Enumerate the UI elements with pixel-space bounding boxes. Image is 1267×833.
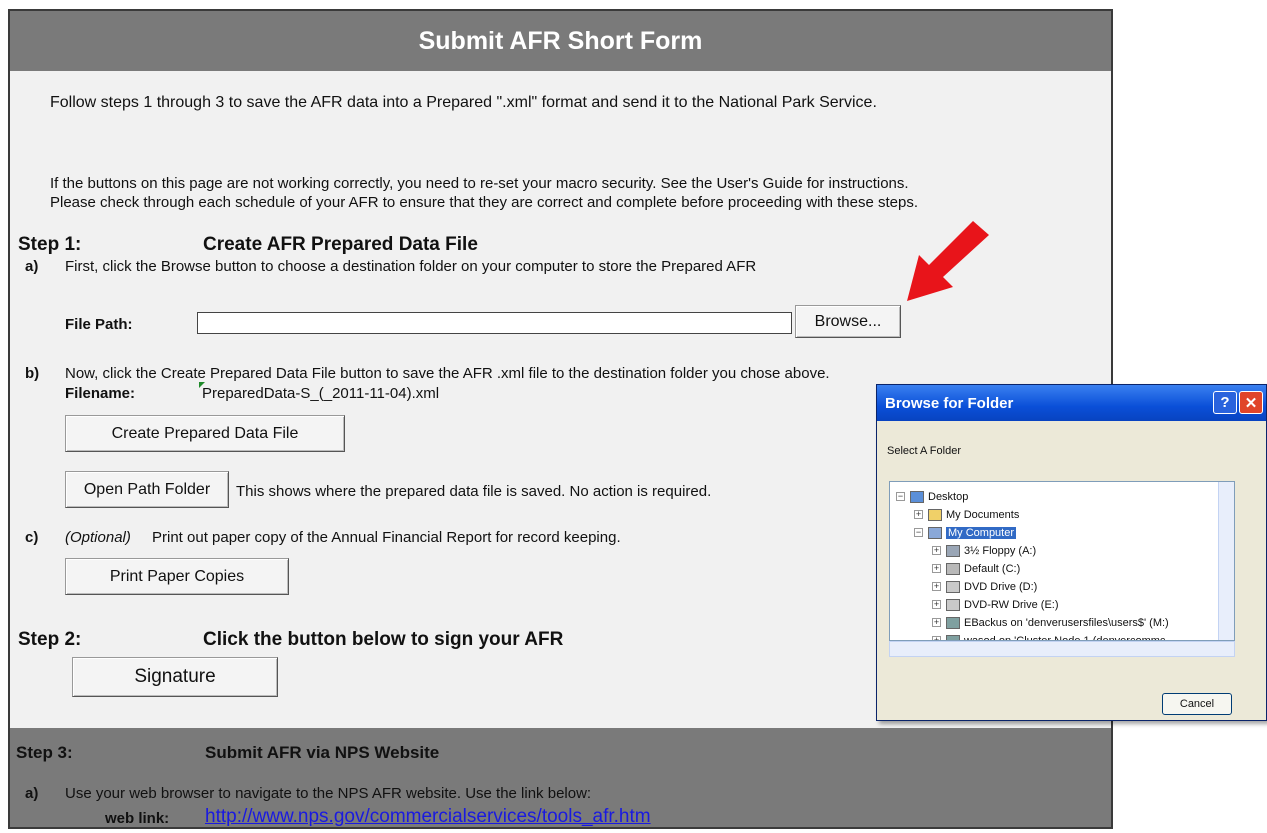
web-link-label: web link: (105, 810, 170, 827)
step3-heading: Submit AFR via NPS Website (205, 743, 440, 762)
dvd-icon (946, 581, 960, 593)
browse-for-folder-dialog: Browse for Folder ? ✕ Select A Folder − D… (876, 384, 1267, 721)
optional-label: (Optional) (65, 529, 131, 546)
step1-a-marker: a) (25, 258, 39, 275)
step2-label: Step 2: (18, 629, 82, 650)
tree-expander[interactable]: − (896, 492, 905, 501)
folder-tree-item[interactable]: 3½ Floppy (A:) (946, 542, 1036, 560)
tree-expander[interactable]: + (932, 582, 941, 591)
step1-c-text: Print out paper copy of the Annual Finan… (152, 529, 621, 546)
filename-label: Filename: (65, 385, 136, 402)
dialog-title: Browse for Folder (885, 394, 1014, 412)
folder-tree-item-label: EBackus on 'denverusersfiles\users$' (M:… (964, 617, 1169, 629)
tree-expander[interactable]: − (914, 528, 923, 537)
form-title: Submit AFR Short Form (10, 11, 1111, 71)
floppy-icon (946, 545, 960, 557)
cancel-button[interactable]: Cancel (1162, 693, 1232, 715)
step1-a-text: First, click the Browse button to choose… (65, 258, 757, 275)
notice-line-2: Please check through each schedule of yo… (50, 194, 919, 211)
folder-tree-item-label: Default (C:) (964, 563, 1021, 575)
tree-expander[interactable]: + (932, 618, 941, 627)
dialog-title-bar: Browse for Folder (877, 385, 1266, 421)
tree-expander[interactable]: + (914, 510, 923, 519)
step3-section: Step 3: Submit AFR via NPS Website a) Us… (10, 728, 1111, 827)
step1-b-text: Now, click the Create Prepared Data File… (65, 365, 830, 382)
intro-text: Follow steps 1 through 3 to save the AFR… (50, 94, 877, 111)
red-arrow-icon (907, 221, 989, 301)
folder-tree-item-label: DVD-RW Drive (E:) (964, 599, 1059, 611)
file-path-label: File Path: (65, 316, 133, 333)
step1-heading: Create AFR Prepared Data File (203, 234, 478, 255)
help-icon[interactable]: ? (1213, 391, 1237, 414)
folder-icon (928, 509, 942, 521)
network-drive-icon (946, 617, 960, 629)
tree-expander[interactable]: + (932, 600, 941, 609)
folder-tree-item[interactable]: EBackus on 'denverusersfiles\users$' (M:… (946, 614, 1169, 632)
folder-tree-item-label: Desktop (928, 491, 969, 503)
desktop-icon (910, 491, 924, 503)
tree-expander[interactable]: + (932, 546, 941, 555)
create-prepared-data-file-button[interactable]: Create Prepared Data File (65, 415, 345, 452)
print-paper-copies-button[interactable]: Print Paper Copies (65, 558, 289, 595)
open-path-note: This shows where the prepared data file … (236, 483, 712, 500)
folder-tree-item-label: My Documents (946, 509, 1020, 521)
tree-vertical-scrollbar[interactable] (1218, 482, 1234, 640)
folder-tree-item[interactable]: Desktop (910, 488, 968, 506)
folder-tree-item-label: 3½ Floppy (A:) (964, 545, 1037, 557)
filename-value: PreparedData-S_(_2011-11-04).xml (202, 385, 440, 402)
dvd-icon (946, 599, 960, 611)
drive-icon (946, 563, 960, 575)
folder-tree[interactable]: − Desktop + My Documents − My Computer +3½ Flo… (889, 481, 1235, 641)
folder-tree-item[interactable]: DVD Drive (D:) (946, 578, 1037, 596)
computer-icon (928, 527, 942, 539)
folder-tree-item[interactable]: My Computer (928, 524, 1017, 542)
step3-a-marker: a) (25, 785, 39, 802)
step1-label: Step 1: (18, 234, 82, 255)
folder-tree-item-label: My Computer (946, 527, 1017, 539)
folder-tree-item[interactable]: Default (C:) (946, 560, 1020, 578)
browse-button[interactable]: Browse... (795, 305, 901, 338)
open-path-folder-button[interactable]: Open Path Folder (65, 471, 229, 508)
file-path-input[interactable] (197, 312, 792, 334)
folder-tree-item[interactable]: wasod on 'Cluster Node 1 (denvercommc (946, 632, 1165, 640)
folder-tree-item-label: DVD Drive (D:) (964, 581, 1038, 593)
step1-b-marker: b) (25, 365, 40, 382)
step3-label: Step 3: (16, 743, 73, 762)
signature-button[interactable]: Signature (72, 657, 278, 697)
dialog-prompt: Select A Folder (887, 445, 961, 457)
folder-tree-item[interactable]: DVD-RW Drive (E:) (946, 596, 1059, 614)
nps-afr-web-link[interactable]: http://www.nps.gov/commercialservices/to… (205, 806, 651, 827)
step3-a-text: Use your web browser to navigate to the … (65, 785, 592, 802)
close-icon[interactable]: ✕ (1239, 391, 1263, 414)
step1-c-marker: c) (25, 529, 39, 546)
folder-tree-item[interactable]: My Documents (928, 506, 1019, 524)
notice-line-1: If the buttons on this page are not work… (50, 175, 909, 192)
tree-expander[interactable]: + (932, 564, 941, 573)
tree-horizontal-scrollbar[interactable] (889, 641, 1235, 657)
step2-heading: Click the button below to sign your AFR (203, 629, 564, 650)
